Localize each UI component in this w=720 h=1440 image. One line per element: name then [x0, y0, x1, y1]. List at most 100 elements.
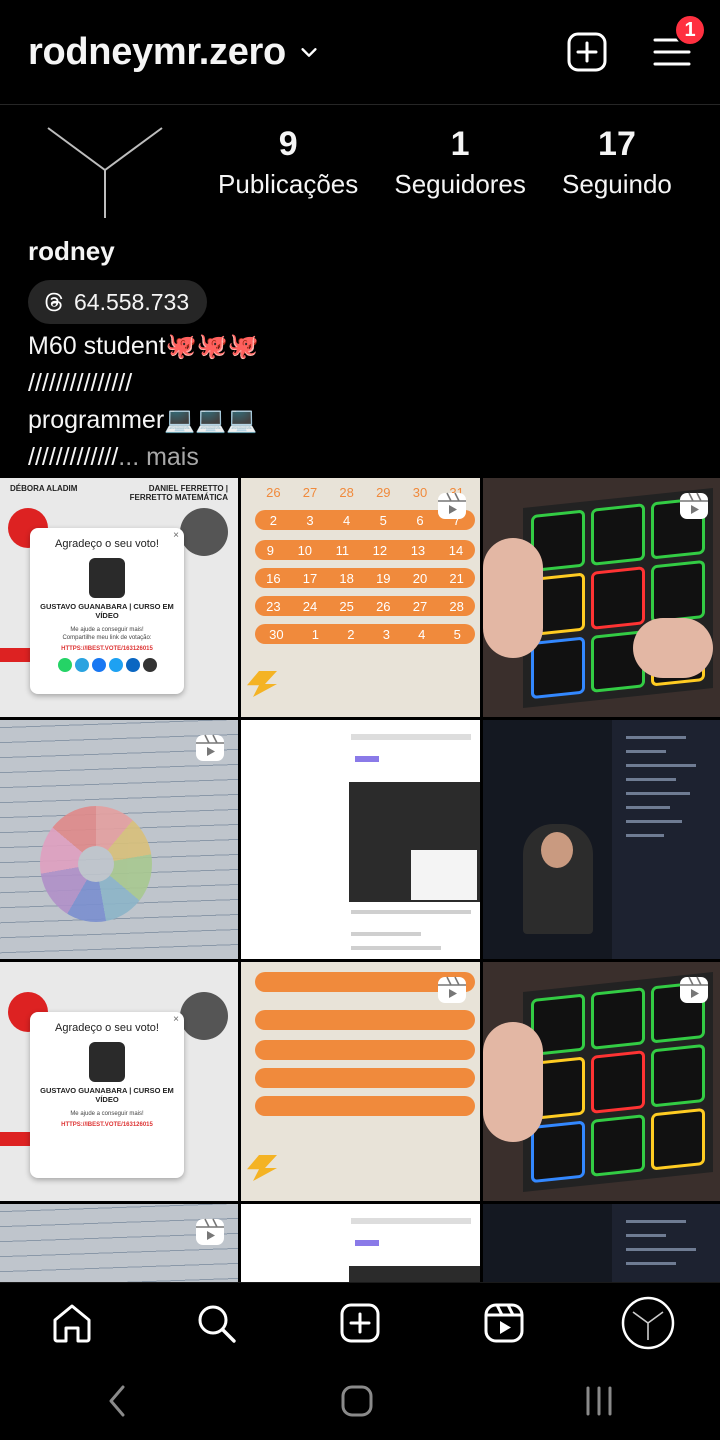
calendar-day: 2	[347, 626, 355, 642]
post-tile[interactable]: × Agradeço o seu voto! GUSTAVO GUANABARA…	[0, 962, 238, 1201]
profile-stats: 9 Publicações 1 Seguidores 17 Seguindo	[200, 124, 690, 204]
vote-card-title: Agradeço o seu voto!	[55, 1022, 159, 1034]
threads-count: 64.558.733	[74, 288, 190, 315]
calendar-day: 20	[412, 570, 428, 586]
calendar-day: 14	[448, 542, 464, 558]
lightning-icon	[247, 1155, 277, 1181]
chevron-down-icon[interactable]	[298, 41, 320, 63]
page-title-bar	[351, 734, 471, 740]
account-switcher[interactable]: rodneymr.zero	[28, 31, 320, 74]
profile-avatar-icon[interactable]	[621, 1296, 675, 1350]
username-title[interactable]: rodneymr.zero	[28, 31, 286, 74]
nav-create[interactable]	[330, 1293, 390, 1353]
threads-badge[interactable]: 64.558.733	[28, 280, 208, 324]
post-tile[interactable]: 26 27 28 29 30 31 234567 9 10 11 12 13 14 16 17 18 19…	[241, 478, 480, 717]
calendar-day: 23	[266, 598, 281, 614]
calendar-day: 16	[266, 570, 281, 586]
vote-card-link: HTTPS://IBEST.VOTE/163126015	[61, 1122, 153, 1128]
candidate-photo	[180, 992, 228, 1040]
threads-icon	[45, 292, 63, 312]
home-icon[interactable]	[50, 1301, 94, 1345]
calendar-day: 10	[297, 542, 313, 558]
android-back-icon[interactable]	[103, 1383, 133, 1419]
search-icon[interactable]	[194, 1301, 238, 1345]
calendar-day: 17	[302, 570, 318, 586]
calendar-day: 21	[449, 570, 464, 586]
post-tile[interactable]	[241, 720, 480, 959]
stat-followers[interactable]: 1 Seguidores	[394, 124, 526, 204]
calendar-day: 13	[410, 542, 426, 558]
post-tile[interactable]	[241, 1204, 480, 1282]
reel-icon	[196, 734, 224, 761]
notification-badge: 1	[674, 14, 706, 46]
android-home-icon[interactable]	[339, 1383, 375, 1419]
calendar-day: 29	[376, 484, 391, 500]
post-tile[interactable]	[0, 1204, 238, 1282]
post-tile[interactable]	[483, 962, 720, 1201]
calendar-day: 6	[416, 512, 424, 528]
stat-posts-label: Publicações	[218, 169, 359, 199]
text-line	[351, 910, 471, 914]
vote-card-name: GUSTAVO GUANABARA | CURSO EM VÍDEO	[40, 602, 174, 620]
bio-line-last: /////////////... mais	[28, 439, 688, 476]
nav-profile[interactable]	[618, 1293, 678, 1353]
calendar-day: 11	[335, 542, 350, 558]
bio-more-link[interactable]: ... mais	[118, 443, 199, 471]
color-wheel	[40, 806, 152, 922]
vote-card-title: Agradeço o seu voto!	[55, 538, 159, 550]
calendar-day: 12	[372, 542, 388, 558]
nav-search[interactable]	[186, 1293, 246, 1353]
post-tile[interactable]: DÉBORA ALADIM DANIEL FERRETTO | FERRETTO …	[0, 478, 238, 717]
calendar-row: 9 10 11 12 13 14	[255, 540, 475, 560]
finger	[483, 538, 543, 658]
stat-following-value: 17	[598, 125, 636, 163]
calendar-day: 30	[269, 626, 284, 642]
post-tile[interactable]	[483, 720, 720, 959]
reel-icon	[680, 976, 708, 1003]
lightning-icon	[247, 671, 277, 697]
calendar-day: 19	[376, 570, 391, 586]
nav-reels[interactable]	[474, 1293, 534, 1353]
stat-posts[interactable]: 9 Publicações	[218, 124, 358, 204]
bio-line: programmer💻💻💻	[28, 406, 258, 434]
certificate	[411, 850, 477, 900]
reel-icon	[196, 1218, 224, 1245]
video-thumbnail	[349, 1266, 480, 1282]
twitter-icon	[108, 658, 123, 672]
calendar-row: 30 1 2 3 4 5	[255, 624, 475, 644]
calendar-day: 1	[311, 626, 320, 642]
android-recents-icon[interactable]	[581, 1383, 617, 1419]
profile-avatar[interactable]	[40, 118, 170, 222]
post-tile[interactable]	[483, 478, 720, 717]
vote-card-name: GUSTAVO GUANABARA | CURSO EM VÍDEO	[40, 1086, 174, 1104]
post-tile[interactable]	[483, 1204, 720, 1282]
reels-icon[interactable]	[483, 1302, 525, 1344]
calendar-day: 30	[412, 484, 428, 500]
calendar-day: 25	[339, 598, 354, 614]
vote-card-sub2: Compartilhe meu link de votação:	[62, 635, 152, 641]
calendar-row	[255, 1096, 475, 1116]
candidate-face	[89, 558, 125, 598]
calendar-day: 2	[269, 512, 277, 528]
calendar-day: 5	[379, 512, 387, 528]
vote-card-link: HTTPS://IBEST.VOTE/163126015	[61, 646, 153, 652]
nav-home[interactable]	[42, 1293, 102, 1353]
calendar-day: 3	[382, 626, 390, 642]
profile-bio: M60 student🐙🐙🐙 /////////////// programme…	[28, 328, 688, 476]
post-tile[interactable]	[0, 720, 238, 959]
create-icon[interactable]	[339, 1302, 381, 1344]
new-post-icon[interactable]	[566, 31, 608, 73]
reel-icon	[438, 976, 466, 1003]
calendar-row: 23 24 25 26 27 28	[255, 596, 475, 616]
tile-header: DÉBORA ALADIM DANIEL FERRETTO | FERRETTO …	[0, 484, 238, 502]
top-bar: rodneymr.zero 1	[0, 0, 720, 104]
text-line	[351, 932, 421, 936]
calendar-day: 9	[266, 542, 275, 558]
tile-header-right: DANIEL FERRETTO | FERRETTO MATEMÁTICA	[129, 484, 228, 502]
menu-button[interactable]: 1	[652, 14, 706, 72]
close-icon: ×	[173, 530, 179, 541]
post-tile[interactable]	[241, 962, 480, 1201]
stat-following[interactable]: 17 Seguindo	[562, 124, 672, 204]
calendar-day: 3	[306, 512, 314, 528]
email-icon	[142, 658, 157, 672]
